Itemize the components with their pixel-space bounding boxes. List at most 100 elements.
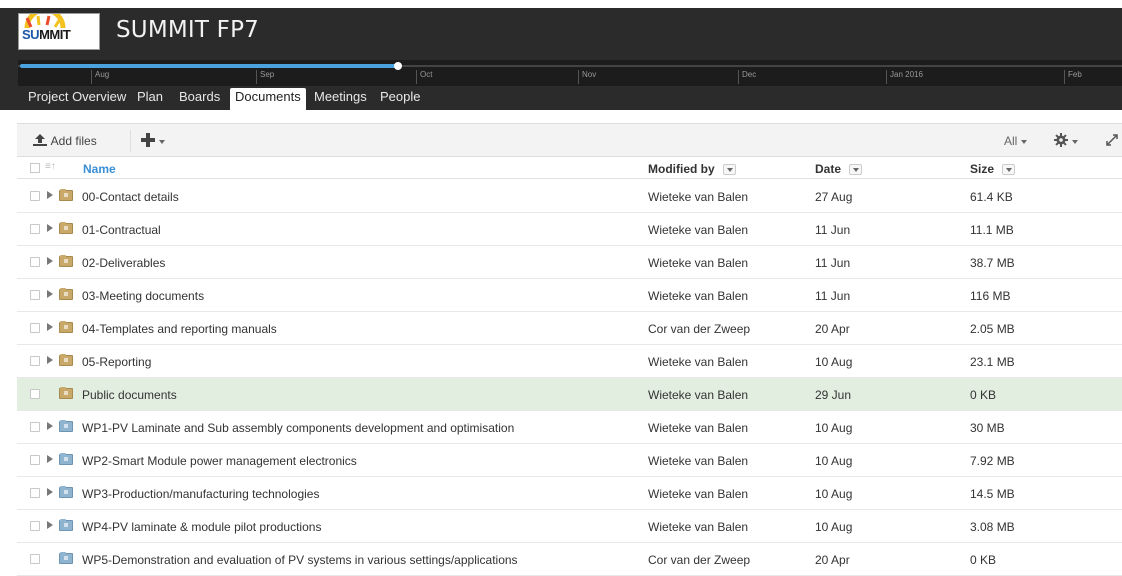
modified-by: Wieteke van Balen (648, 520, 749, 534)
column-filter-icon[interactable] (722, 164, 736, 176)
file-size: 61.4 KB (970, 190, 1013, 204)
column-modified-by[interactable]: Modified by (648, 162, 736, 176)
chevron-down-icon (1021, 139, 1028, 144)
toolbar-divider (130, 130, 131, 152)
upload-icon (33, 134, 47, 146)
expand-arrow-icon[interactable] (47, 488, 53, 496)
table-row[interactable]: 04-Templates and reporting manuals Cor va… (17, 312, 1122, 345)
row-checkbox[interactable] (30, 356, 40, 366)
table-row[interactable]: 03-Meeting documents Wieteke van Balen 11 … (17, 279, 1122, 312)
tab-meetings[interactable]: Meetings (309, 88, 372, 110)
project-timeline[interactable]: Aug Sep Oct Nov Dec Jan 2016 Feb (18, 60, 1122, 86)
row-checkbox[interactable] (30, 191, 40, 201)
timeline-month: Sep (256, 70, 274, 84)
file-name[interactable]: 00-Contact details (82, 190, 179, 204)
table-row[interactable]: 05-Reporting Wieteke van Balen 10 Aug 23.1 … (17, 345, 1122, 378)
file-size: 0 KB (970, 553, 997, 567)
expand-arrow-icon[interactable] (47, 290, 53, 298)
file-name[interactable]: WP3-Production/manufacturing technologie… (82, 487, 319, 501)
tab-documents[interactable]: Documents (230, 88, 306, 110)
file-name[interactable]: WP2-Smart Module power management electr… (82, 454, 357, 468)
expand-arrow-icon[interactable] (47, 224, 53, 232)
app-header: SUMMIT SUMMIT FP7 Aug Sep Oct Nov Dec Ja… (0, 0, 1122, 110)
top-strip (0, 0, 1122, 8)
tab-people[interactable]: People (375, 88, 425, 110)
filter-dropdown[interactable]: All (1004, 132, 1028, 150)
expand-arrow-icon[interactable] (47, 356, 53, 364)
modified-date: 11 Jun (815, 223, 851, 237)
modified-by: Wieteke van Balen (648, 388, 749, 402)
row-checkbox[interactable] (30, 389, 40, 399)
settings-menu-button[interactable] (1054, 132, 1078, 150)
modified-date: 20 Apr (815, 322, 850, 336)
table-row[interactable]: WP1-PV Laminate and Sub assembly compone… (17, 411, 1122, 444)
tab-boards[interactable]: Boards (174, 88, 225, 110)
file-name[interactable]: 01-Contractual (82, 223, 161, 237)
modified-date: 10 Aug (815, 421, 853, 435)
column-filter-icon[interactable] (849, 164, 863, 176)
expand-arrow-icon[interactable] (47, 455, 53, 463)
folder-icon (59, 189, 73, 201)
modified-date: 29 Jun (815, 388, 852, 402)
summit-logo[interactable]: SUMMIT (18, 13, 100, 50)
file-name[interactable]: WP4-PV laminate & module pilot productio… (82, 520, 321, 534)
file-size: 38.7 MB (970, 256, 1015, 270)
table-row[interactable]: WP5-Demonstration and evaluation of PV s… (17, 543, 1122, 576)
expand-arrow-icon[interactable] (47, 323, 53, 331)
file-size: 23.1 MB (970, 355, 1015, 369)
file-size: 2.05 MB (970, 322, 1015, 336)
row-checkbox[interactable] (30, 554, 40, 564)
tab-project-overview[interactable]: Project Overview (23, 88, 131, 110)
modified-date: 10 Aug (815, 355, 853, 369)
table-row[interactable]: 00-Contact details Wieteke van Balen 27 Au… (17, 180, 1122, 213)
row-checkbox[interactable] (30, 224, 40, 234)
row-checkbox[interactable] (30, 422, 40, 432)
table-header: ≡↑ Name Modified by Date Size (17, 157, 1122, 179)
add-files-button[interactable]: Add files (32, 132, 97, 150)
file-name[interactable]: WP1-PV Laminate and Sub assembly compone… (82, 421, 514, 435)
file-name[interactable]: 04-Templates and reporting manuals (82, 322, 277, 336)
table-row[interactable]: WP4-PV laminate & module pilot productio… (17, 510, 1122, 543)
timeline-month: Nov (578, 70, 596, 84)
app-title: SUMMIT FP7 (116, 17, 259, 43)
modified-date: 10 Aug (815, 520, 853, 534)
table-row[interactable]: Public documents Wieteke van Balen 29 Jun 0… (17, 378, 1122, 411)
row-checkbox[interactable] (30, 521, 40, 531)
new-item-menu-button[interactable] (141, 132, 165, 150)
column-date[interactable]: Date (815, 162, 863, 176)
folder-icon (59, 222, 73, 234)
folder-icon (59, 255, 73, 267)
file-size: 11.1 MB (970, 223, 1014, 237)
table-row[interactable]: WP3-Production/manufacturing technologie… (17, 477, 1122, 510)
file-name[interactable]: 02-Deliverables (82, 256, 165, 270)
expand-arrow-icon[interactable] (47, 191, 53, 199)
sort-icon[interactable]: ≡↑ (45, 161, 56, 172)
fullscreen-icon (1106, 134, 1118, 146)
tab-plan[interactable]: Plan (132, 88, 168, 110)
expand-arrow-icon[interactable] (47, 422, 53, 430)
row-checkbox[interactable] (30, 257, 40, 267)
timeline-handle[interactable] (394, 62, 402, 70)
expand-arrow-icon[interactable] (47, 257, 53, 265)
file-size: 3.08 MB (970, 520, 1015, 534)
table-row[interactable]: 01-Contractual Wieteke van Balen 11 Jun 11.… (17, 213, 1122, 246)
column-name[interactable]: Name (83, 162, 116, 176)
row-checkbox[interactable] (30, 455, 40, 465)
file-name[interactable]: 05-Reporting (82, 355, 151, 369)
row-checkbox[interactable] (30, 488, 40, 498)
file-name[interactable]: 03-Meeting documents (82, 289, 204, 303)
select-all-checkbox[interactable] (30, 163, 40, 173)
row-checkbox[interactable] (30, 323, 40, 333)
file-name[interactable]: WP5-Demonstration and evaluation of PV s… (82, 553, 518, 567)
expand-view-button[interactable] (1105, 132, 1119, 150)
folder-icon (59, 288, 73, 300)
file-name[interactable]: Public documents (82, 388, 177, 402)
plus-icon (141, 133, 155, 147)
row-checkbox[interactable] (30, 290, 40, 300)
column-size[interactable]: Size (970, 162, 1016, 176)
chevron-down-icon (1072, 139, 1078, 144)
column-filter-icon[interactable] (1002, 164, 1016, 176)
expand-arrow-icon[interactable] (47, 521, 53, 529)
table-row[interactable]: 02-Deliverables Wieteke van Balen 11 Jun 38… (17, 246, 1122, 279)
table-row[interactable]: WP2-Smart Module power management electr… (17, 444, 1122, 477)
